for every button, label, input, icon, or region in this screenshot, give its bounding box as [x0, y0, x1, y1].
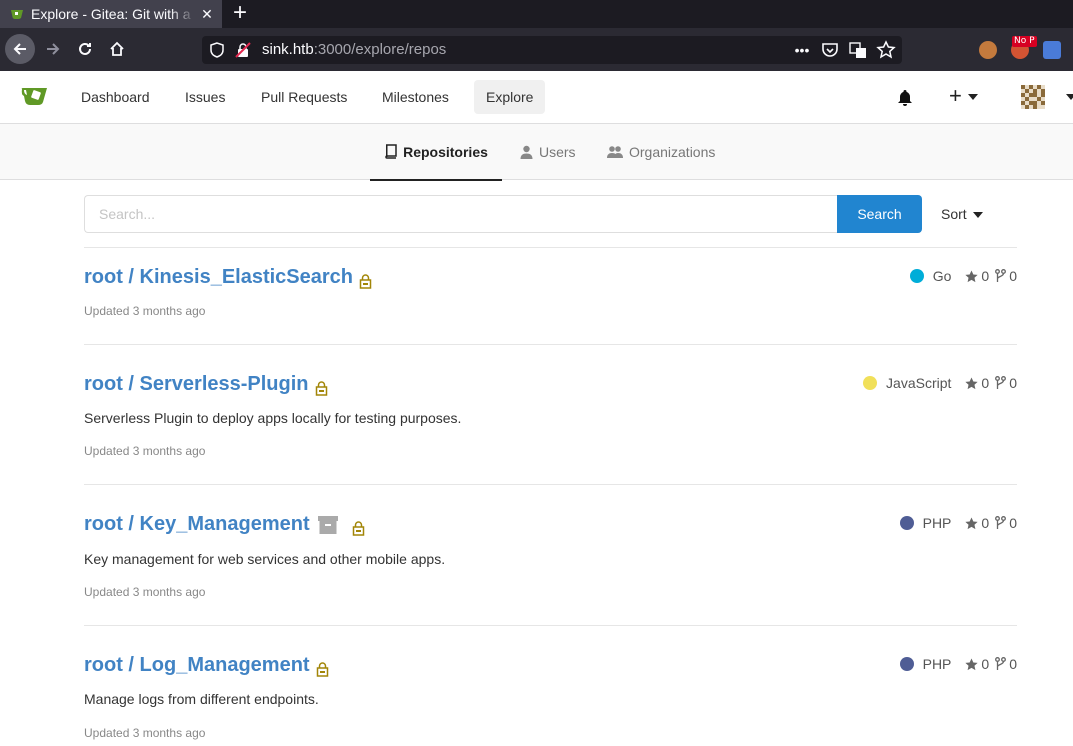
repo-forks[interactable]: 0: [995, 515, 1017, 531]
language-color-dot: [909, 269, 924, 283]
more-actions-icon[interactable]: •••: [792, 40, 812, 60]
repo-updated-time: Updated 3 months ago: [84, 444, 206, 458]
repo-link[interactable]: root / Log_Management: [84, 654, 329, 677]
search-button[interactable]: Search: [837, 195, 922, 233]
caret-down-icon: [967, 94, 978, 101]
repo-updated-time: Updated 3 months ago: [84, 726, 206, 740]
repo-forks[interactable]: 0: [995, 375, 1017, 391]
create-new-dropdown[interactable]: +: [949, 85, 985, 109]
pocket-icon[interactable]: [820, 40, 840, 60]
repo-language: Go: [932, 268, 952, 284]
tracking-shield-icon[interactable]: [210, 42, 224, 58]
notification-bell-icon[interactable]: [896, 89, 914, 107]
organization-icon: [607, 146, 623, 158]
repo-description: Manage logs from different endpoints.: [84, 691, 319, 707]
repo-meta: PHP 0 0: [899, 513, 1017, 533]
avatar-caret-down-icon[interactable]: [1066, 94, 1073, 100]
menu-explore[interactable]: Explore: [474, 80, 546, 114]
reload-button[interactable]: [70, 34, 100, 64]
divider: [84, 625, 1017, 626]
repo-stars[interactable]: 0: [965, 375, 989, 391]
insecure-lock-icon[interactable]: [235, 42, 251, 58]
browser-tab-bar: Explore - Gitea: Git with a ✕ +: [0, 0, 1073, 28]
search-input[interactable]: [84, 195, 838, 233]
archive-icon: [317, 515, 338, 534]
menu-milestones[interactable]: Milestones: [370, 80, 461, 114]
fork-icon: [995, 657, 1007, 670]
repo-meta: Go 0 0: [909, 266, 1017, 286]
star-icon: [965, 657, 979, 670]
lock-icon: [352, 520, 364, 536]
browser-tab[interactable]: Explore - Gitea: Git with a ✕: [0, 0, 222, 28]
lock-icon: [316, 661, 328, 677]
back-arrow-icon: [13, 43, 26, 55]
menu-dashboard[interactable]: Dashboard: [69, 80, 162, 114]
star-icon: [965, 516, 979, 529]
menu-pull-requests[interactable]: Pull Requests: [249, 80, 359, 114]
repo-stars[interactable]: 0: [965, 656, 989, 672]
language-color-dot: [899, 516, 914, 530]
fork-icon: [995, 516, 1007, 529]
user-icon: [520, 145, 533, 159]
language-color-dot: [863, 376, 878, 390]
gitea-favicon-icon: [11, 10, 23, 19]
browser-tab-title: Explore - Gitea: Git with a: [31, 6, 191, 22]
repo-link[interactable]: root / Key_Management: [84, 513, 365, 536]
user-avatar[interactable]: [1021, 85, 1045, 109]
back-button[interactable]: [5, 34, 35, 64]
star-icon: [965, 376, 979, 389]
forward-button[interactable]: [38, 34, 68, 64]
repo-description: Serverless Plugin to deploy apps locally…: [84, 410, 462, 426]
bookmark-star-icon[interactable]: [876, 40, 896, 60]
translate-extension-icon[interactable]: [1043, 41, 1061, 59]
new-tab-button[interactable]: +: [230, 1, 250, 27]
repo-updated-time: Updated 3 months ago: [84, 304, 206, 318]
sort-dropdown[interactable]: Sort: [941, 195, 983, 233]
caret-down-icon: [972, 212, 983, 219]
url-text[interactable]: sink.htb:3000/explore/repos: [262, 36, 446, 64]
explore-subnav: Repositories Users Organizations: [0, 124, 1073, 181]
repo-forks[interactable]: 0: [995, 656, 1017, 672]
fork-icon: [995, 376, 1007, 389]
tab-users[interactable]: Users: [504, 124, 592, 180]
lock-icon: [359, 273, 372, 289]
browser-toolbar: sink.htb:3000/explore/repos ••• No P: [0, 28, 1073, 71]
home-icon: [110, 41, 124, 56]
repo-meta: PHP 0 0: [899, 654, 1017, 674]
repo-stars[interactable]: 0: [965, 268, 989, 284]
plus-icon: +: [949, 83, 962, 108]
divider: [84, 247, 1017, 248]
repo-link[interactable]: root / Kinesis_ElasticSearch: [84, 266, 372, 289]
fork-icon: [995, 269, 1007, 282]
menu-issues[interactable]: Issues: [173, 80, 237, 114]
gitea-navbar: Dashboard Issues Pull Requests Milestone…: [0, 71, 1073, 124]
reload-icon: [79, 42, 91, 55]
home-button[interactable]: [102, 34, 132, 64]
cookie-extension-icon[interactable]: [979, 41, 997, 59]
repo-language: JavaScript: [886, 375, 952, 391]
repo-language: PHP: [922, 656, 952, 672]
lock-icon: [315, 380, 327, 396]
translate-icon[interactable]: [848, 40, 868, 60]
gitea-logo-icon[interactable]: [21, 84, 49, 108]
repo-forks[interactable]: 0: [995, 268, 1017, 284]
tab-close-icon[interactable]: ✕: [199, 0, 215, 28]
extension-badge: No P: [1012, 36, 1037, 47]
repo-book-icon: [385, 144, 397, 159]
repo-link[interactable]: root / Serverless-Plugin: [84, 373, 328, 396]
tab-organizations[interactable]: Organizations: [591, 124, 731, 180]
repo-description: Key management for web services and othe…: [84, 551, 446, 567]
forward-arrow-icon: [47, 43, 60, 55]
repo-language: PHP: [922, 515, 952, 531]
language-color-dot: [899, 657, 914, 671]
repo-updated-time: Updated 3 months ago: [84, 585, 206, 599]
star-icon: [965, 269, 979, 282]
address-bar[interactable]: sink.htb:3000/explore/repos •••: [202, 36, 902, 64]
tab-repositories[interactable]: Repositories: [370, 124, 502, 181]
repo-stars[interactable]: 0: [965, 515, 989, 531]
divider: [84, 484, 1017, 485]
divider: [84, 344, 1017, 345]
repo-meta: JavaScript 0 0: [863, 373, 1017, 393]
